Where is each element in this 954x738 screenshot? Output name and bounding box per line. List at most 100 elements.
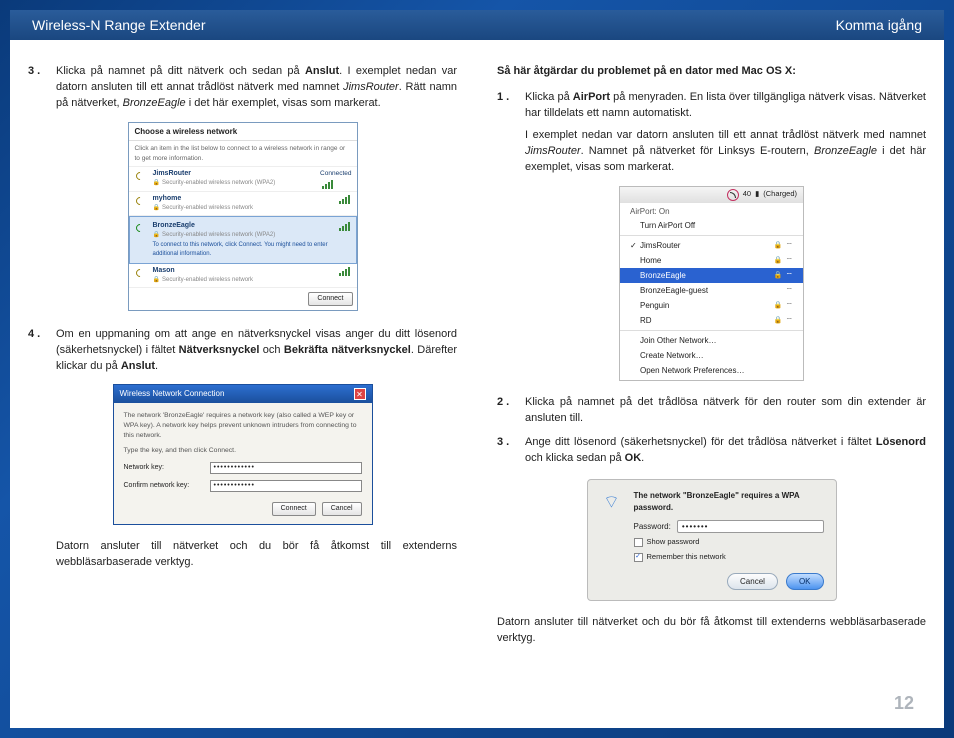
figure-windows-network-list: Choose a wireless network Click an item … bbox=[128, 122, 358, 311]
lock-icon: 🔒 bbox=[774, 316, 783, 326]
header-right: Komma igång bbox=[836, 17, 922, 33]
connect-button: Connect bbox=[308, 292, 352, 306]
right-heading: Så här åtgärdar du problemet på en dator… bbox=[497, 64, 926, 80]
airport-status: AirPort: On bbox=[620, 205, 803, 219]
step-number: 3 . bbox=[497, 435, 525, 467]
cancel-button: Cancel bbox=[727, 573, 778, 591]
network-sub: Security-enabled wireless network (WPA2) bbox=[153, 231, 333, 240]
wifi-icon: ⌔ bbox=[785, 285, 793, 297]
text: Klicka på bbox=[525, 91, 573, 103]
bold: OK bbox=[625, 452, 642, 464]
network-row: BronzeEagle-guest⌔ bbox=[620, 283, 803, 298]
right-step-1: 1 . Klicka på AirPort på menyraden. En l… bbox=[497, 90, 926, 176]
step-body: Klicka på AirPort på menyraden. En lista… bbox=[525, 90, 926, 176]
connected-label: Connected bbox=[320, 169, 351, 178]
step-body: Klicka på namnet på ditt nätverk och sed… bbox=[56, 64, 457, 112]
signal-bars-icon bbox=[320, 179, 334, 189]
left-step-3: 3 . Klicka på namnet på ditt nätverk och… bbox=[28, 64, 457, 112]
network-item: myhome Security-enabled wireless network bbox=[129, 192, 357, 216]
wifi-icon bbox=[134, 266, 148, 278]
bold: Nätverksnyckel bbox=[179, 344, 260, 356]
italic: BronzeEagle bbox=[814, 145, 877, 157]
bold: Lösenord bbox=[876, 436, 926, 448]
right-column: Så här åtgärdar du problemet på en dator… bbox=[497, 64, 926, 728]
wifi-icon: ⌔ bbox=[785, 300, 793, 312]
right-step-3: 3 . Ange ditt lösenord (säkerhetsnyckel)… bbox=[497, 435, 926, 467]
step-number: 1 . bbox=[497, 90, 525, 176]
ok-button: OK bbox=[786, 573, 824, 591]
confirm-key-input: •••••••••••• bbox=[210, 480, 362, 492]
charged-label: (Charged) bbox=[763, 189, 797, 200]
wifi-icon: ⌔ bbox=[785, 315, 793, 327]
wifi-icon: ⌔ bbox=[785, 255, 793, 267]
fig2-msg2: Type the key, and then click Connect. bbox=[124, 446, 362, 456]
network-name: BronzeEagle bbox=[153, 221, 333, 231]
text: I exemplet nedan var datorn ansluten til… bbox=[525, 129, 926, 141]
network-key-input: •••••••••••• bbox=[210, 462, 362, 474]
document-page: Wireless-N Range Extender Komma igång 3 … bbox=[10, 10, 944, 728]
network-name: myhome bbox=[153, 194, 333, 204]
network-row: ✓JimsRouter🔒⌔ bbox=[620, 238, 803, 253]
close-icon: ✕ bbox=[354, 388, 366, 400]
password-input: ••••••• bbox=[677, 520, 824, 533]
bold: AirPort bbox=[573, 91, 610, 103]
fig2-msg1: The network 'BronzeEagle' requires a net… bbox=[124, 411, 362, 441]
network-row: Home🔒⌔ bbox=[620, 253, 803, 268]
network-sub: Security-enabled wireless network bbox=[153, 276, 333, 285]
turn-airport-off: Turn AirPort Off bbox=[620, 218, 803, 233]
text: . Namnet på nätverket för Linksys E-rout… bbox=[581, 145, 814, 157]
content-area: 3 . Klicka på namnet på ditt nätverk och… bbox=[10, 40, 944, 728]
page-number: 12 bbox=[894, 690, 914, 716]
step-number: 2 . bbox=[497, 395, 525, 427]
menubar-time: 40 bbox=[743, 189, 751, 200]
left-step-4: 4 . Om en uppmaning om att ange en nätve… bbox=[28, 327, 457, 375]
figure-mac-password-dialog: ⌔ The network "BronzeEagle" requires a W… bbox=[587, 479, 837, 601]
text: . bbox=[641, 452, 644, 464]
bold: Anslut bbox=[305, 65, 339, 77]
network-name: Mason bbox=[153, 266, 333, 276]
network-msg: To connect to this network, click Connec… bbox=[153, 241, 333, 258]
italic: JimsRouter bbox=[343, 81, 399, 93]
header-bar: Wireless-N Range Extender Komma igång bbox=[10, 10, 944, 40]
step-body: Ange ditt lösenord (säkerhetsnyckel) för… bbox=[525, 435, 926, 467]
network-item: Mason Security-enabled wireless network bbox=[129, 264, 357, 288]
fig4-msg: The network "BronzeEagle" requires a WPA… bbox=[634, 490, 824, 513]
bold: Anslut bbox=[121, 360, 155, 372]
fig2-title: Wireless Network Connection bbox=[120, 388, 225, 400]
create-network: Create Network… bbox=[620, 348, 803, 363]
left-column: 3 . Klicka på namnet på ditt nätverk och… bbox=[28, 64, 457, 728]
remember-network-checkbox: ✓Remember this network bbox=[634, 552, 824, 563]
battery-icon: ▮ bbox=[755, 189, 759, 200]
lock-icon: 🔒 bbox=[774, 301, 783, 311]
mac-menubar: 40 ▮ (Charged) bbox=[620, 187, 803, 203]
network-item-selected: BronzeEagle Security-enabled wireless ne… bbox=[129, 216, 357, 264]
text: och bbox=[259, 344, 284, 356]
fig1-title: Choose a wireless network bbox=[129, 123, 357, 142]
step-number: 4 . bbox=[28, 327, 56, 375]
text: . bbox=[155, 360, 158, 372]
network-item: JimsRouter Security-enabled wireless net… bbox=[129, 167, 357, 191]
network-sub: Security-enabled wireless network bbox=[153, 204, 333, 213]
fig1-footer: Connect bbox=[129, 288, 357, 310]
header-left: Wireless-N Range Extender bbox=[32, 17, 206, 33]
figure-mac-airport-menu: 40 ▮ (Charged) AirPort: On Turn AirPort … bbox=[619, 186, 804, 382]
signal-bars-icon bbox=[338, 221, 352, 231]
airport-dialog-icon: ⌔ bbox=[600, 490, 624, 514]
right-after-text: Datorn ansluter till nätverket och du bö… bbox=[497, 615, 926, 647]
wifi-icon bbox=[134, 194, 148, 206]
step-number: 3 . bbox=[28, 64, 56, 112]
wifi-icon bbox=[134, 221, 148, 233]
wifi-icon bbox=[134, 169, 148, 181]
text: Ange ditt lösenord (säkerhetsnyckel) för… bbox=[525, 436, 876, 448]
lock-icon: 🔒 bbox=[774, 256, 783, 266]
password-label: Password: bbox=[634, 521, 671, 533]
left-after-text: Datorn ansluter till nätverket och du bö… bbox=[28, 539, 457, 571]
join-other-network: Join Other Network… bbox=[620, 333, 803, 348]
network-row: Penguin🔒⌔ bbox=[620, 298, 803, 313]
figure-windows-wpa-dialog: Wireless Network Connection ✕ The networ… bbox=[113, 384, 373, 525]
lock-icon: 🔒 bbox=[774, 271, 783, 281]
network-key-label: Network key: bbox=[124, 463, 204, 473]
right-step-2: 2 . Klicka på namnet på det trådlösa nät… bbox=[497, 395, 926, 427]
text: Klicka på namnet på ditt nätverk och sed… bbox=[56, 65, 305, 77]
step-body: Klicka på namnet på det trådlösa nätverk… bbox=[525, 395, 926, 427]
